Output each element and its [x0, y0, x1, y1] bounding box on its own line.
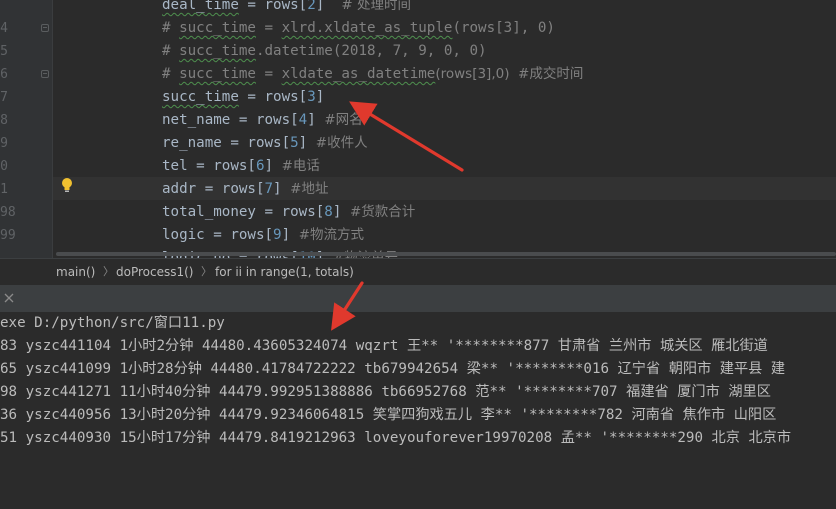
code-line: logic = rows[9] #物流方式 — [162, 224, 364, 247]
code-token: addr = rows[ — [162, 181, 265, 197]
code-token: re_name = rows[ — [162, 135, 291, 151]
code-token: #地址 — [290, 181, 329, 197]
code-token: 6 — [255, 158, 265, 174]
code-token: # — [162, 43, 180, 59]
code-token: .datetime(2018, 7, 9, 0, 0) — [255, 43, 487, 59]
code-token: = — [255, 20, 282, 36]
code-token: deal_time — [162, 0, 239, 13]
code-token: net_name = rows[ — [162, 112, 299, 128]
code-token: # — [162, 20, 180, 36]
code-token: #电话 — [281, 158, 320, 174]
code-token: ] — [307, 112, 325, 128]
code-token: 4 — [298, 112, 308, 128]
fold-marker-icon[interactable] — [41, 24, 49, 32]
code-token: 3 — [307, 89, 316, 105]
code-line: addr = rows[7] #地址 — [162, 178, 328, 201]
code-line: # succ_time = xldate_as_datetime(rows[3]… — [162, 63, 583, 86]
run-console-output[interactable]: exe D:/python/src/窗口11.py 83 yszc441104 … — [0, 312, 836, 509]
code-token: ] — [298, 135, 316, 151]
code-token: 2 — [307, 0, 316, 13]
line-number: 0 — [0, 159, 8, 174]
code-token: tel = rows[ — [162, 158, 256, 174]
line-number: 9 — [0, 136, 8, 151]
chevron-right-icon: 〉 — [201, 265, 212, 278]
code-token: # — [162, 66, 180, 82]
code-token: succ_time — [179, 20, 256, 36]
console-line: exe D:/python/src/窗口11.py — [0, 315, 225, 331]
code-token: #货款合计 — [349, 204, 416, 220]
line-number: 4 — [0, 21, 8, 36]
code-editor[interactable]: 4 5 6 7 8 9 0 1 98 99 deal_time = rows[2] # 处理时间 #… — [0, 0, 836, 258]
code-token: total_money = rows[ — [162, 204, 325, 220]
fold-marker-icon[interactable] — [41, 70, 49, 78]
code-token: #物流方式 — [298, 227, 364, 243]
gutter-divider — [52, 0, 53, 258]
code-token: (rows[3],0) #成交时间 — [435, 66, 584, 82]
code-token: 9 — [273, 227, 282, 243]
console-line: 51 yszc440930 15小时17分钟 44479.8419212963 … — [0, 430, 792, 446]
code-line: tel = rows[6] #电话 — [162, 155, 320, 178]
line-number: 99 — [0, 228, 16, 243]
code-line: deal_time = rows[2] # 处理时间 — [162, 0, 411, 17]
code-token: ] — [332, 204, 350, 220]
line-number: 7 — [0, 90, 8, 105]
close-icon[interactable] — [3, 292, 15, 304]
code-token: ] — [273, 181, 291, 197]
code-token: logic = rows[ — [162, 227, 274, 243]
code-line: succ_time = rows[3] — [162, 86, 324, 109]
line-number — [0, 0, 8, 17]
horizontal-scrollbar[interactable] — [56, 252, 836, 256]
code-token: = rows[ — [238, 0, 308, 13]
code-line: re_name = rows[5] #收件人 — [162, 132, 368, 155]
line-number: 5 — [0, 44, 8, 59]
code-token: succ_time — [179, 43, 256, 59]
code-line: net_name = rows[4] #网名 — [162, 109, 363, 132]
code-token: ] — [315, 89, 325, 105]
line-number: 1 — [0, 182, 8, 197]
console-line: 65 yszc441099 1小时28分钟 44480.41784722222 … — [0, 361, 786, 377]
code-token: #收件人 — [315, 135, 368, 151]
code-token: # 处理时间 — [341, 0, 411, 13]
code-token: ] — [281, 227, 299, 243]
code-token: = — [255, 66, 282, 82]
line-number: 98 — [0, 205, 16, 220]
code-token: xlrd.xldate_as_tuple — [281, 20, 453, 36]
breadcrumb: main() 〉 doProcess1() 〉 for ii in range(… — [0, 258, 836, 286]
code-line: # succ_time = xlrd.xldate_as_tuple(rows[… — [162, 17, 555, 40]
breadcrumb-item-for-loop[interactable]: for ii in range(1, totals) — [215, 259, 354, 285]
line-number: 6 — [0, 67, 8, 82]
code-token: xldate_as_datetime — [281, 66, 436, 82]
code-token: (rows[3], 0) — [452, 20, 555, 36]
lightbulb-icon[interactable] — [60, 177, 74, 193]
chevron-right-icon: 〉 — [103, 265, 114, 278]
breadcrumb-item-doprocess[interactable]: doProcess1() — [116, 259, 193, 285]
code-token: succ_time — [179, 66, 256, 82]
code-token: = rows[ — [238, 89, 308, 105]
code-token: 5 — [290, 135, 299, 151]
breadcrumb-item-main[interactable]: main() — [56, 259, 95, 285]
line-number — [0, 247, 8, 258]
run-panel-toolbar — [0, 286, 836, 312]
code-token: succ_time — [162, 89, 239, 105]
code-line: total_money = rows[8] #货款合计 — [162, 201, 415, 224]
code-token: 8 — [324, 204, 333, 220]
console-line: 36 yszc440956 13小时20分钟 44479.92346064815… — [0, 407, 777, 423]
code-line: # succ_time.datetime(2018, 7, 9, 0, 0) — [162, 40, 487, 63]
console-line: 98 yszc441271 11小时40分钟 44479.99295138888… — [0, 384, 771, 400]
console-line: 83 yszc441104 1小时2分钟 44480.43605324074 w… — [0, 338, 768, 354]
line-number: 8 — [0, 113, 8, 128]
code-token: ] — [315, 0, 342, 13]
code-token: #网名 — [324, 112, 363, 128]
code-token: 7 — [264, 181, 274, 197]
code-token: ] — [264, 158, 282, 174]
